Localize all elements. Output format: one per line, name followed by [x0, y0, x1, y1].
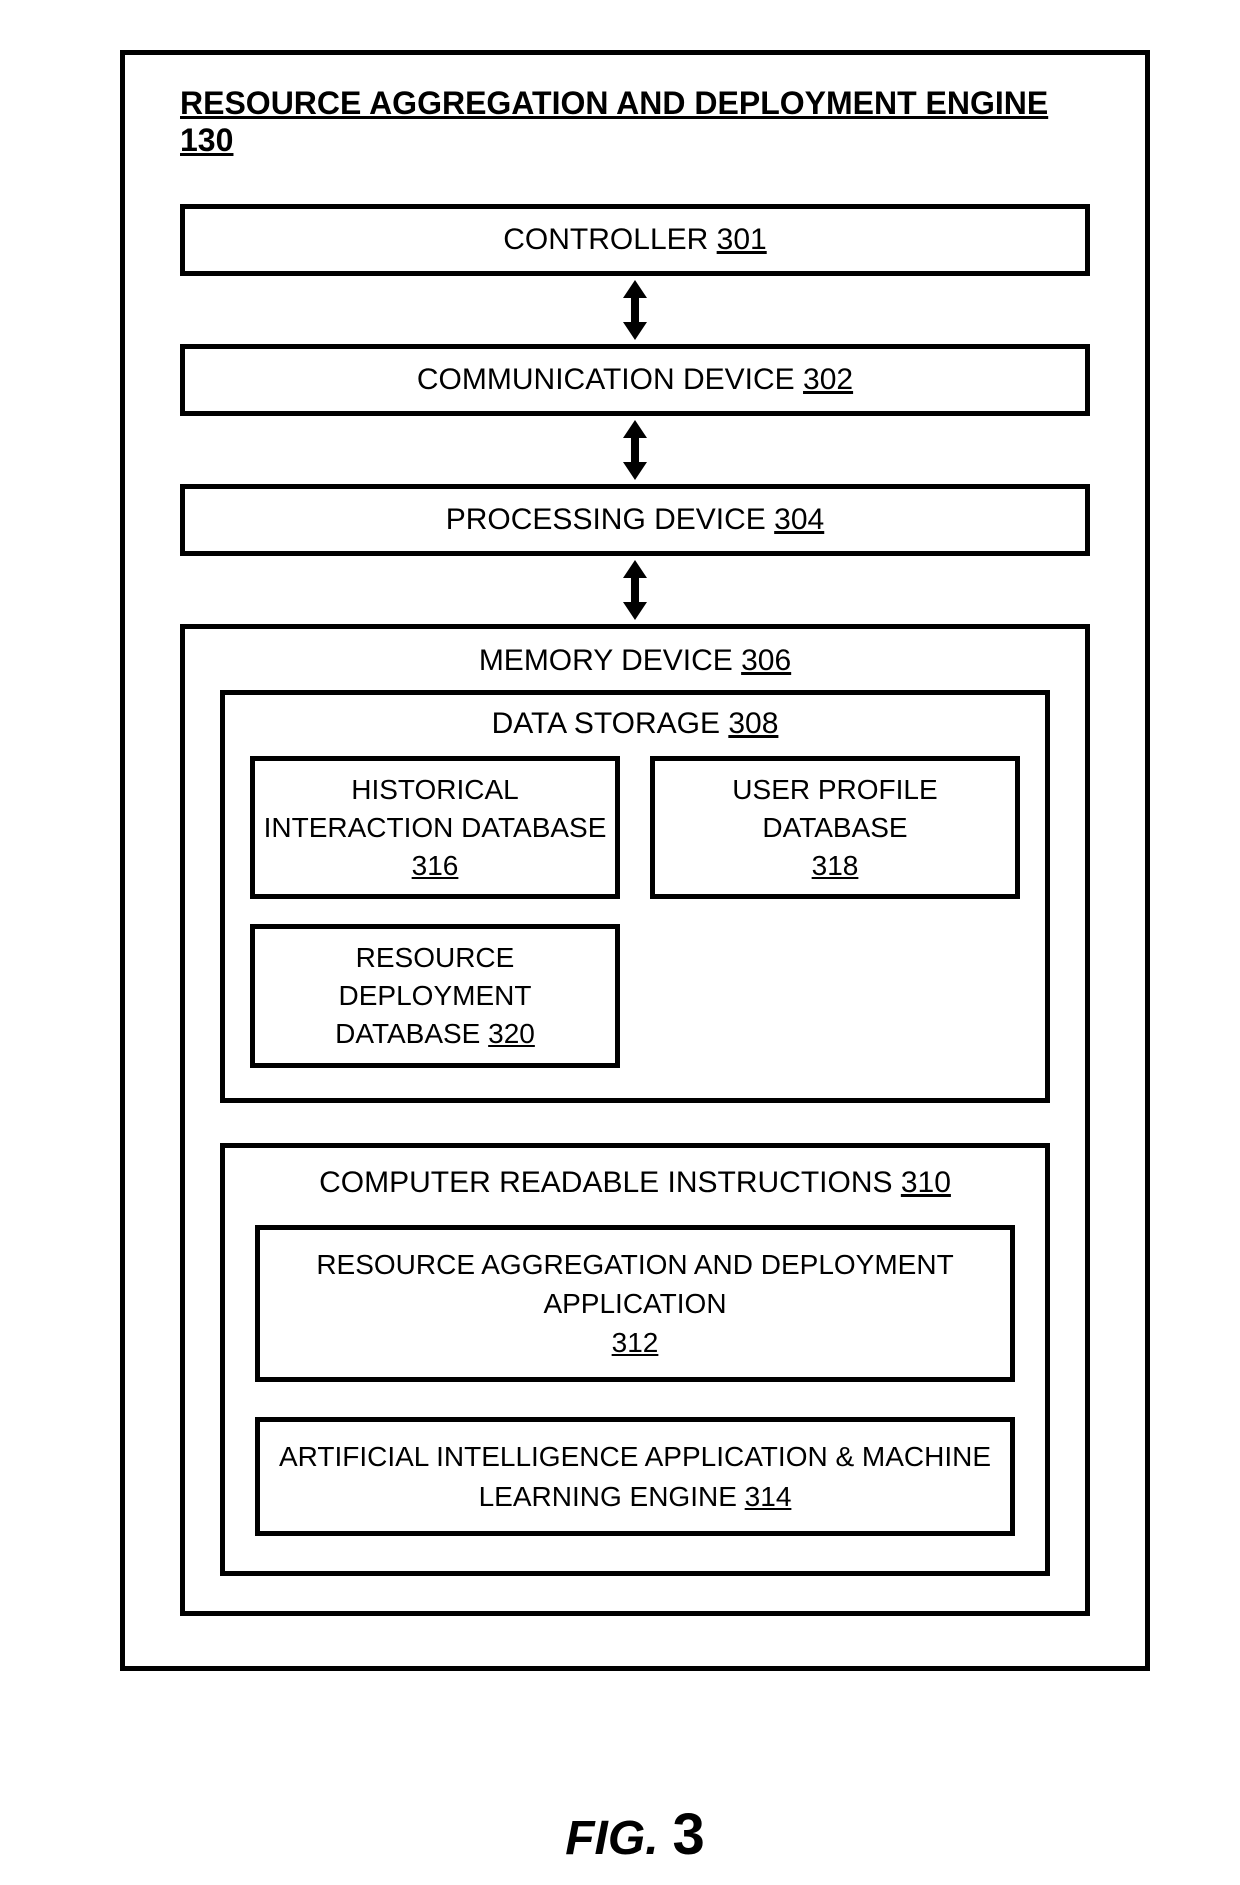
ai-ml-engine-ref: 314 [745, 1481, 792, 1512]
resource-aggregation-app-box: RESOURCE AGGREGATION AND DEPLOYMENT APPL… [255, 1225, 1015, 1383]
historical-interaction-db-ref: 316 [412, 850, 459, 881]
ai-ml-engine-label: ARTIFICIAL INTELLIGENCE APPLICATION & MA… [279, 1441, 991, 1511]
cri-label: COMPUTER READABLE INSTRUCTIONS [319, 1166, 892, 1199]
processing-device-ref: 304 [774, 503, 824, 536]
controller-label: CONTROLLER [503, 223, 708, 256]
historical-interaction-db-label: HISTORICAL INTERACTION DATABASE [264, 774, 607, 843]
communication-device-box: COMMUNICATION DEVICE 302 [180, 344, 1090, 416]
user-profile-db-label: USER PROFILE DATABASE [732, 774, 937, 843]
resource-aggregation-app-label: RESOURCE AGGREGATION AND DEPLOYMENT APPL… [316, 1249, 953, 1319]
communication-device-ref: 302 [803, 363, 853, 396]
arrow-proc-memory [615, 560, 655, 620]
figure-number: 3 [673, 1801, 705, 1868]
historical-interaction-db-box: HISTORICAL INTERACTION DATABASE 316 [250, 756, 620, 899]
processing-device-box: PROCESSING DEVICE 304 [180, 484, 1090, 556]
memory-device-ref: 306 [741, 644, 791, 677]
figure-label: FIG. 3 [565, 1801, 705, 1868]
memory-device-box: MEMORY DEVICE 306 DATA STORAGE 308 HISTO… [180, 624, 1090, 1616]
figure-prefix: FIG. [565, 1811, 658, 1866]
cri-title: COMPUTER READABLE INSTRUCTIONS 310 [255, 1166, 1015, 1200]
engine-container: RESOURCE AGGREGATION AND DEPLOYMENT ENGI… [120, 50, 1150, 1671]
resource-deployment-db-ref: 320 [488, 1018, 535, 1049]
controller-ref: 301 [717, 223, 767, 256]
arrow-comm-proc [615, 420, 655, 480]
resource-deployment-db-box: RESOURCE DEPLOYMENT DATABASE 320 [250, 924, 620, 1067]
processing-device-label: PROCESSING DEVICE [446, 503, 766, 536]
data-storage-label: DATA STORAGE [492, 707, 720, 740]
engine-title: RESOURCE AGGREGATION AND DEPLOYMENT ENGI… [180, 85, 1090, 159]
data-storage-box: DATA STORAGE 308 HISTORICAL INTERACTION … [220, 690, 1050, 1103]
user-profile-db-ref: 318 [812, 850, 859, 881]
memory-device-title: MEMORY DEVICE 306 [479, 644, 791, 678]
ai-ml-engine-box: ARTIFICIAL INTELLIGENCE APPLICATION & MA… [255, 1417, 1015, 1535]
cri-ref: 310 [901, 1166, 951, 1199]
engine-title-ref: 130 [180, 122, 233, 158]
engine-title-text: RESOURCE AGGREGATION AND DEPLOYMENT ENGI… [180, 85, 1048, 121]
controller-box: CONTROLLER 301 [180, 204, 1090, 276]
user-profile-db-box: USER PROFILE DATABASE 318 [650, 756, 1020, 899]
memory-device-label: MEMORY DEVICE [479, 644, 733, 677]
arrow-controller-comm [615, 280, 655, 340]
communication-device-label: COMMUNICATION DEVICE [417, 363, 795, 396]
computer-readable-instructions-box: COMPUTER READABLE INSTRUCTIONS 310 RESOU… [220, 1143, 1050, 1576]
data-storage-ref: 308 [728, 707, 778, 740]
data-storage-title: DATA STORAGE 308 [250, 707, 1020, 741]
resource-aggregation-app-ref: 312 [612, 1327, 659, 1358]
